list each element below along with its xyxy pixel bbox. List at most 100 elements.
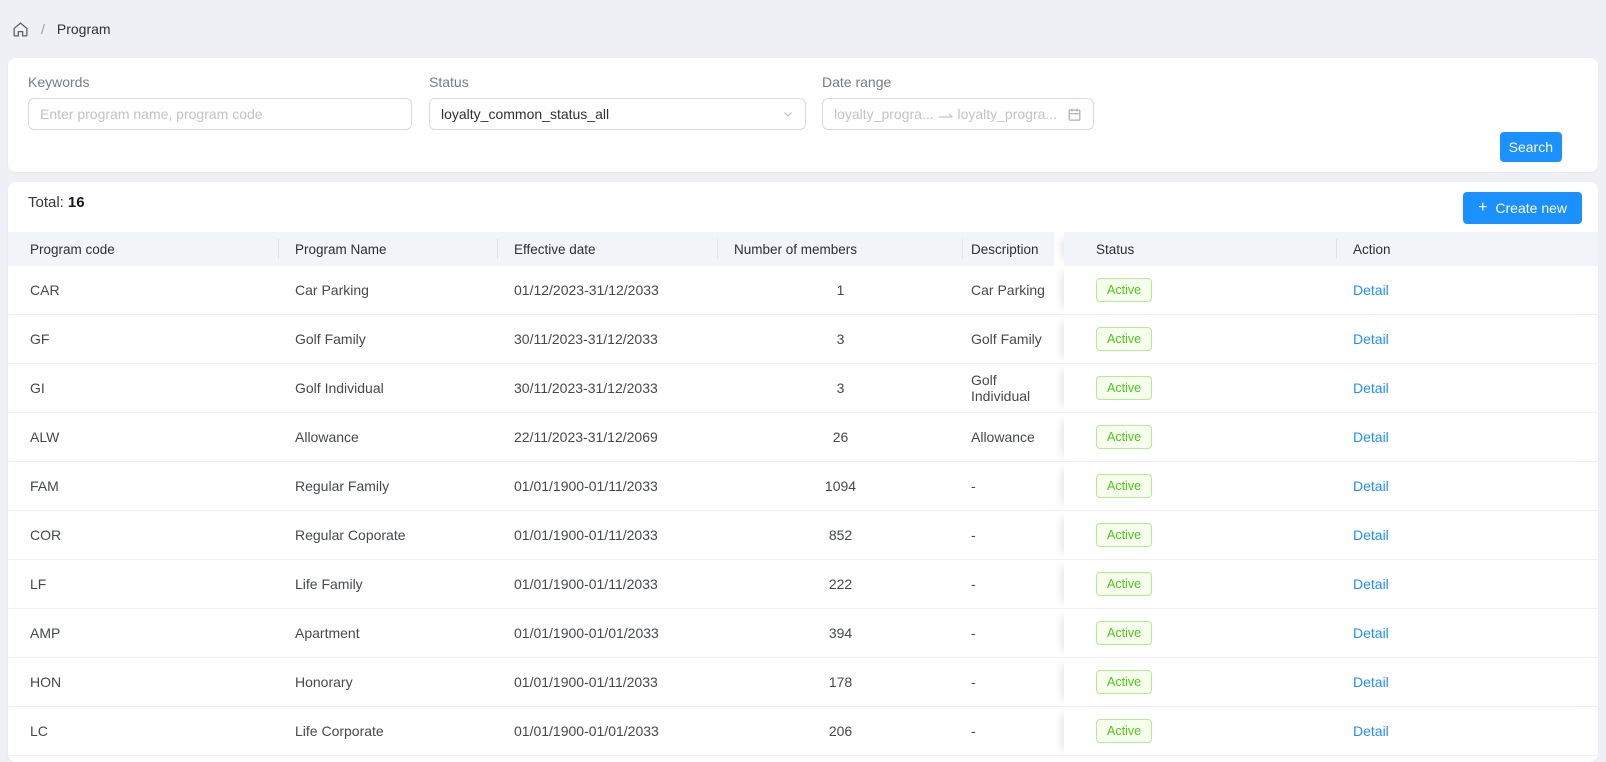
date-range-label: Date range <box>822 74 1094 90</box>
create-new-button[interactable]: + Create new <box>1463 192 1582 224</box>
fixed-columns: Active Detail <box>1064 658 1598 707</box>
cell-status: Active <box>1064 413 1337 462</box>
detail-link[interactable]: Detail <box>1353 380 1389 396</box>
cell-status: Active <box>1064 315 1337 364</box>
status-select[interactable]: loyalty_common_status_all <box>429 98 806 130</box>
detail-link[interactable]: Detail <box>1353 527 1389 543</box>
cell-description: Car Parking <box>963 266 1064 315</box>
cell-number-of-members: 3 <box>718 315 963 364</box>
fixed-columns: Active Detail <box>1064 609 1598 658</box>
date-range-field: Date range loyalty_progra... loyalty_pro… <box>822 74 1094 130</box>
fixed-columns: Active Detail <box>1064 560 1598 609</box>
cell-action: Detail <box>1337 462 1598 511</box>
fixed-columns: Active Detail <box>1064 707 1598 756</box>
cell-action: Detail <box>1337 364 1598 413</box>
cell-program-code: LC <box>8 707 279 756</box>
program-page: / Program Keywords Status loyalty_common… <box>0 0 1606 762</box>
cell-status: Active <box>1064 266 1337 315</box>
cell-description: - <box>963 707 1064 756</box>
detail-link[interactable]: Detail <box>1353 674 1389 690</box>
calendar-icon <box>1067 107 1082 122</box>
status-badge: Active <box>1096 523 1152 547</box>
cell-program-code: LF <box>8 560 279 609</box>
cell-status: Active <box>1064 511 1337 560</box>
cell-program-name: Golf Individual <box>279 364 498 413</box>
cell-action: Detail <box>1337 707 1598 756</box>
detail-link[interactable]: Detail <box>1353 625 1389 641</box>
fixed-columns: Active Detail <box>1064 364 1598 413</box>
detail-link[interactable]: Detail <box>1353 331 1389 347</box>
date-range-picker[interactable]: loyalty_progra... loyalty_progra... <box>822 98 1094 130</box>
cell-effective-date: 01/01/1900-01/11/2033 <box>498 560 718 609</box>
program-table-panel: Total:16 + Create new Program code Progr… <box>8 182 1598 762</box>
column-header-effective-date: Effective date <box>498 232 718 266</box>
status-badge: Active <box>1096 474 1152 498</box>
cell-effective-date: 01/12/2023-31/12/2033 <box>498 266 718 315</box>
column-header-action: Action <box>1337 232 1598 266</box>
total-label: Total: <box>28 194 64 211</box>
cell-number-of-members: 26 <box>718 413 963 462</box>
cell-description: Golf Individual <box>963 364 1064 413</box>
status-badge: Active <box>1096 621 1152 645</box>
cell-description: - <box>963 609 1064 658</box>
cell-program-name: Golf Family <box>279 315 498 364</box>
cell-action: Detail <box>1337 658 1598 707</box>
detail-link[interactable]: Detail <box>1353 576 1389 592</box>
keywords-input[interactable] <box>28 98 412 130</box>
column-header-number-of-members: Number of members <box>718 232 963 266</box>
cell-status: Active <box>1064 658 1337 707</box>
cell-number-of-members: 1 <box>718 266 963 315</box>
detail-link[interactable]: Detail <box>1353 478 1389 494</box>
status-select-value: loyalty_common_status_all <box>441 106 609 122</box>
detail-link[interactable]: Detail <box>1353 282 1389 298</box>
keywords-field: Keywords <box>28 74 412 130</box>
column-header-description: Description <box>963 232 1054 266</box>
cell-action: Detail <box>1337 315 1598 364</box>
fixed-columns: Active Detail <box>1064 315 1598 364</box>
cell-effective-date: 30/11/2023-31/12/2033 <box>498 315 718 364</box>
total-value: 16 <box>68 194 85 211</box>
cell-program-code: GI <box>8 364 279 413</box>
cell-program-code: GF <box>8 315 279 364</box>
cell-effective-date: 01/01/1900-01/01/2033 <box>498 707 718 756</box>
cell-description: - <box>963 560 1064 609</box>
cell-number-of-members: 3 <box>718 364 963 413</box>
table-row: ALW Allowance 22/11/2023-31/12/2069 26 A… <box>8 413 1598 462</box>
cell-description: - <box>963 462 1064 511</box>
table-row: COR Regular Coporate 01/01/1900-01/11/20… <box>8 511 1598 560</box>
breadcrumb: / Program <box>8 0 1598 58</box>
table-row: CAR Car Parking 01/12/2023-31/12/2033 1 … <box>8 266 1598 315</box>
keywords-label: Keywords <box>28 74 412 90</box>
cell-program-name: Car Parking <box>279 266 498 315</box>
fixed-columns: Active Detail <box>1064 462 1598 511</box>
total-count: Total:16 <box>28 190 85 211</box>
home-icon[interactable] <box>12 21 29 38</box>
table-toolbar: Total:16 + Create new <box>8 182 1598 232</box>
cell-effective-date: 01/01/1900-01/01/2033 <box>498 609 718 658</box>
cell-action: Detail <box>1337 266 1598 315</box>
detail-link[interactable]: Detail <box>1353 723 1389 739</box>
status-badge: Active <box>1096 572 1152 596</box>
search-button[interactable]: Search <box>1500 132 1562 162</box>
table-row: GI Golf Individual 30/11/2023-31/12/2033… <box>8 364 1598 413</box>
column-header-status: Status <box>1064 232 1337 266</box>
cell-status: Active <box>1064 707 1337 756</box>
status-field: Status loyalty_common_status_all <box>429 74 806 130</box>
cell-action: Detail <box>1337 511 1598 560</box>
table-row: GF Golf Family 30/11/2023-31/12/2033 3 G… <box>8 315 1598 364</box>
status-badge: Active <box>1096 425 1152 449</box>
detail-link[interactable]: Detail <box>1353 429 1389 445</box>
cell-action: Detail <box>1337 560 1598 609</box>
breadcrumb-current: Program <box>57 21 111 37</box>
filter-panel: Keywords Status loyalty_common_status_al… <box>8 58 1598 172</box>
fixed-columns-header: Status Action <box>1064 232 1598 266</box>
cell-effective-date: 01/01/1900-01/11/2033 <box>498 462 718 511</box>
cell-number-of-members: 852 <box>718 511 963 560</box>
cell-program-name: Life Family <box>279 560 498 609</box>
cell-status: Active <box>1064 462 1337 511</box>
table-row: HON Honorary 01/01/1900-01/11/2033 178 -… <box>8 658 1598 707</box>
table-row: LF Life Family 01/01/1900-01/11/2033 222… <box>8 560 1598 609</box>
status-badge: Active <box>1096 719 1152 743</box>
create-new-label: Create new <box>1495 200 1567 216</box>
breadcrumb-separator: / <box>41 21 45 37</box>
